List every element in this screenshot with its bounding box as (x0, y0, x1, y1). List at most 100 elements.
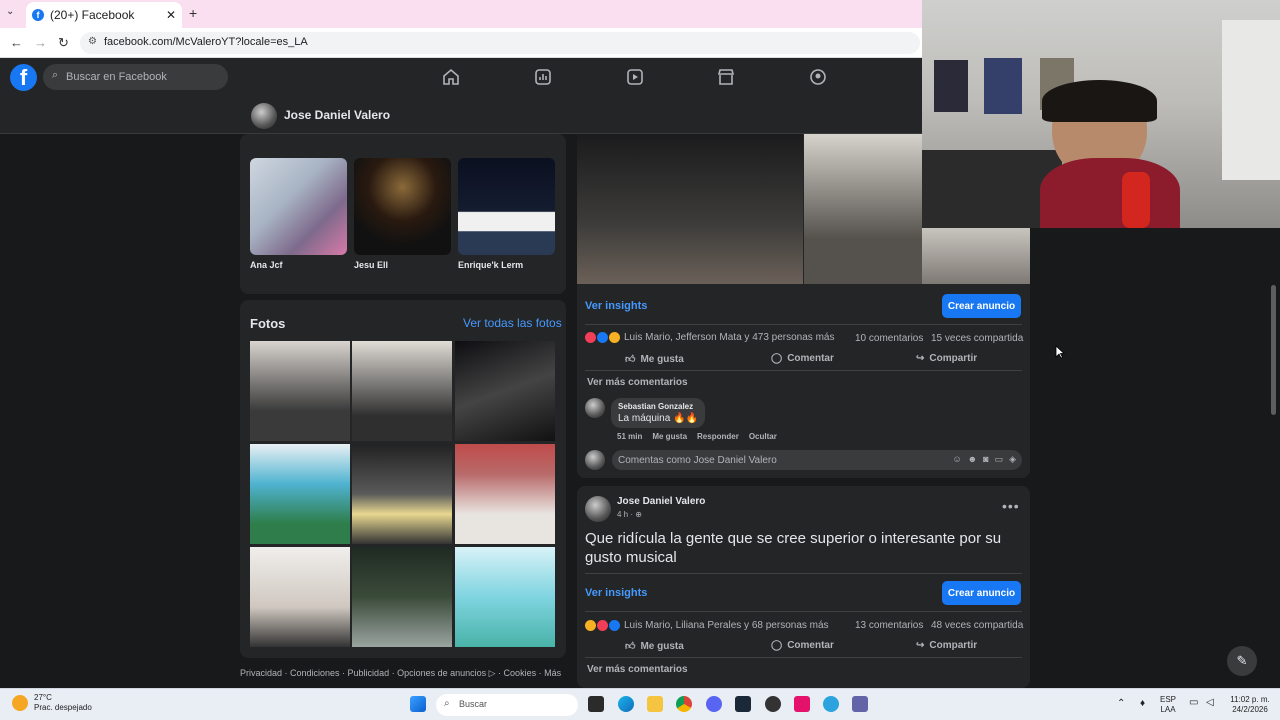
groups-icon[interactable] (808, 67, 828, 87)
post-image[interactable] (922, 228, 1030, 284)
photo-thumbnail[interactable] (352, 444, 452, 544)
facebook-logo-icon[interactable]: f (10, 64, 37, 91)
photo-thumbnail[interactable] (455, 444, 555, 544)
volume-icon[interactable]: ◁ (1206, 697, 1214, 708)
edge-icon[interactable] (618, 696, 634, 712)
post-image[interactable] (804, 134, 922, 284)
video-icon[interactable] (625, 67, 645, 87)
share-count[interactable]: 48 veces compartida (931, 620, 1023, 631)
share-count[interactable]: 15 veces compartida (931, 333, 1023, 344)
view-insights-link[interactable]: Ver insights (585, 300, 647, 312)
avatar[interactable] (585, 496, 611, 522)
more-comments-link[interactable]: Ver más comentarios (587, 377, 688, 388)
photo-thumbnail[interactable] (352, 341, 452, 441)
profile-name[interactable]: Jose Daniel Valero (284, 108, 390, 122)
avatar[interactable] (585, 398, 605, 418)
like-button[interactable]: 👍︎ Me gusta (625, 353, 684, 366)
dashboard-icon[interactable] (533, 67, 553, 87)
more-options-icon[interactable]: ••• (1002, 498, 1020, 514)
reaction-summary[interactable]: Luis Mario, Liliana Perales y 68 persona… (585, 620, 829, 631)
new-tab-icon[interactable]: + (189, 5, 197, 21)
task-view-icon[interactable] (588, 696, 604, 712)
wall-poster (984, 58, 1022, 114)
friend-name[interactable]: Jesu Ell (354, 260, 451, 270)
friend-tile[interactable]: Enrique'k Lerm (458, 158, 555, 270)
footer-links[interactable]: Privacidad · Condiciones · Publicidad · … (240, 668, 570, 679)
scrollbar-thumb[interactable] (1271, 285, 1276, 415)
site-info-icon[interactable]: ⚙ (88, 36, 97, 47)
teams-icon[interactable] (852, 696, 868, 712)
comment-hide-link[interactable]: Ocultar (749, 432, 777, 441)
avatar-sticker-icon[interactable]: ☺ (952, 454, 961, 465)
photo-thumbnail[interactable] (455, 341, 555, 441)
comment-input[interactable]: Comentas como Jose Daniel Valero ☺ ☻ ◙ ▭… (612, 450, 1022, 470)
obs-icon[interactable] (765, 696, 781, 712)
comment-count[interactable]: 10 comentarios (855, 333, 923, 344)
network-icon[interactable]: ▭ (1189, 697, 1198, 708)
url-field[interactable]: ⚙ facebook.com/McValeroYT?locale=es_LA (80, 32, 920, 54)
camera-icon[interactable]: ◙ (983, 454, 988, 465)
share-button[interactable]: ↪ Compartir (916, 353, 977, 364)
clock[interactable]: 11:02 p. m. 24/2/2026 (1224, 695, 1276, 715)
reload-icon[interactable]: ↻ (58, 35, 69, 51)
emoji-icon[interactable]: ☻ (968, 454, 977, 465)
photo-thumbnail[interactable] (352, 547, 452, 647)
create-ad-button[interactable]: Crear anuncio (942, 581, 1021, 605)
view-insights-link[interactable]: Ver insights (585, 587, 647, 599)
friend-photo[interactable] (354, 158, 451, 255)
search-input[interactable]: ⌕ Buscar en Facebook (43, 64, 228, 90)
avatar[interactable] (251, 103, 277, 129)
sticker-icon[interactable]: ◈ (1009, 454, 1016, 465)
reaction-summary[interactable]: Luis Mario, Jefferson Mata y 473 persona… (585, 332, 834, 343)
telegram-icon[interactable] (823, 696, 839, 712)
home-icon[interactable] (441, 67, 461, 87)
comment-reply-link[interactable]: Responder (697, 432, 739, 441)
photo-thumbnail[interactable] (250, 444, 350, 544)
discord-icon[interactable] (706, 696, 722, 712)
file-explorer-icon[interactable] (647, 696, 663, 712)
see-all-photos-link[interactable]: Ver todas las fotos (463, 316, 562, 330)
like-button[interactable]: 👍︎ Me gusta (625, 640, 684, 653)
comment-like-link[interactable]: Me gusta (652, 432, 687, 441)
photo-thumbnail[interactable] (250, 547, 350, 647)
post-time[interactable]: 4 h · ⊕ (617, 510, 642, 519)
friend-name[interactable]: Ana Jcf (250, 260, 347, 270)
marketplace-icon[interactable] (716, 67, 736, 87)
comment-button[interactable]: ◯ Comentar (771, 353, 834, 364)
divider (585, 324, 1022, 325)
like-reaction-icon (609, 620, 620, 631)
close-tab-icon[interactable]: ✕ (166, 8, 176, 22)
tab-list-icon[interactable]: ⌄ (6, 6, 14, 17)
start-menu-icon[interactable] (410, 696, 426, 712)
friend-photo[interactable] (250, 158, 347, 255)
language-indicator[interactable]: ESP LAA (1160, 695, 1176, 715)
friend-photo[interactable] (458, 158, 555, 255)
create-ad-button[interactable]: Crear anuncio (942, 294, 1021, 318)
steam-icon[interactable] (735, 696, 751, 712)
comment-button[interactable]: ◯ Comentar (771, 640, 834, 651)
tray-expand-icon[interactable]: ⌃ (1117, 698, 1125, 709)
share-icon: ↪ (916, 640, 925, 651)
comment-author[interactable]: Sebastian Gonzalez (618, 402, 698, 411)
new-message-icon[interactable]: ✎ (1227, 646, 1257, 676)
tiktok-icon[interactable] (794, 696, 810, 712)
friend-tile[interactable]: Jesu Ell (354, 158, 451, 270)
photo-thumbnail[interactable] (250, 341, 350, 441)
friend-name[interactable]: Enrique'k Lerm (458, 260, 555, 270)
microphone-icon[interactable]: ♦ (1140, 698, 1145, 709)
more-comments-link[interactable]: Ver más comentarios (587, 664, 688, 675)
taskbar-search[interactable]: ⌕ Buscar (436, 694, 578, 716)
post-image[interactable] (577, 134, 803, 284)
chrome-icon[interactable] (676, 696, 692, 712)
forward-icon[interactable]: → (34, 35, 47, 50)
photo-thumbnail[interactable] (455, 547, 555, 647)
share-button[interactable]: ↪ Compartir (916, 640, 977, 651)
post-author[interactable]: Jose Daniel Valero (617, 496, 705, 507)
friend-tile[interactable]: Ana Jcf (250, 158, 347, 270)
weather-widget[interactable]: 27°C Prac. despejado (12, 693, 92, 713)
browser-tab[interactable]: f (20+) Facebook ✕ (26, 2, 182, 28)
comment-count[interactable]: 13 comentarios (855, 620, 923, 631)
comment-time[interactable]: 51 min (617, 432, 642, 441)
gif-icon[interactable]: ▭ (995, 454, 1004, 465)
back-icon[interactable]: ← (10, 35, 23, 50)
